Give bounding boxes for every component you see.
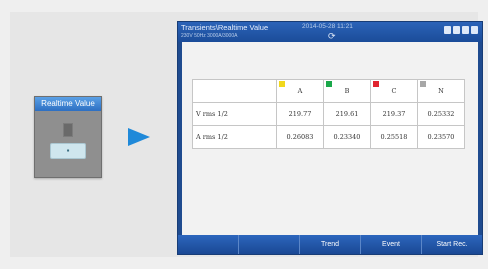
value-cell: 0.26083 <box>276 125 324 149</box>
arrow-right-icon <box>128 128 150 146</box>
screen-title: Transients\Realtime Value <box>181 23 269 32</box>
value-cell: 0.23340 <box>323 125 371 149</box>
softkey-1[interactable] <box>178 235 239 254</box>
value-cell: 0.25332 <box>417 102 465 126</box>
meter-icon <box>63 123 73 137</box>
screen-datetime: 2014-05-28 11:21 <box>302 23 353 30</box>
signal-icon <box>444 26 451 34</box>
softkey-bar: Trend Event Start Rec. <box>178 235 482 254</box>
event-button[interactable]: Event <box>361 235 422 254</box>
memory-icon <box>462 26 469 34</box>
table-row: A rms 1/2 0.26083 0.23340 0.25518 0.2357… <box>192 125 465 149</box>
softkey-2[interactable] <box>239 235 300 254</box>
phase-a-color-chip <box>279 81 285 87</box>
value-cell: 219.37 <box>370 102 418 126</box>
column-header-c: C <box>370 79 418 103</box>
phase-b-color-chip <box>326 81 332 87</box>
refresh-icon[interactable]: ⟳ <box>328 31 336 42</box>
value-cell: 219.61 <box>323 102 371 126</box>
trend-button[interactable]: Trend <box>300 235 361 254</box>
table-corner-cell <box>192 79 277 103</box>
neutral-color-chip <box>420 81 426 87</box>
realtime-value-widget[interactable]: Realtime Value ▪ <box>34 96 102 178</box>
status-icons <box>444 26 478 34</box>
row-label: A rms 1/2 <box>192 125 277 149</box>
screen-content: A B C N V rms 1/2 219.77 219.61 219.37 0… <box>182 42 478 235</box>
realtime-value-table: A B C N V rms 1/2 219.77 219.61 219.37 0… <box>192 79 465 149</box>
column-header-b: B <box>323 79 371 103</box>
device-screen: Transients\Realtime Value 2014-05-28 11:… <box>177 21 483 255</box>
phase-c-color-chip <box>373 81 379 87</box>
start-rec-button[interactable]: Start Rec. <box>422 235 482 254</box>
widget-open-button[interactable]: ▪ <box>50 143 86 159</box>
value-cell: 0.25518 <box>370 125 418 149</box>
table-header-row: A B C N <box>192 79 465 103</box>
link-icon <box>453 26 460 34</box>
screen-subtitle: 230V 50Hz 3000A/3000A <box>181 33 238 39</box>
value-cell: 219.77 <box>276 102 324 126</box>
battery-icon <box>471 26 478 34</box>
screen-header: Transients\Realtime Value 2014-05-28 11:… <box>178 22 482 42</box>
row-label: V rms 1/2 <box>192 102 277 126</box>
column-header-n: N <box>417 79 465 103</box>
value-cell: 0.23570 <box>417 125 465 149</box>
widget-title: Realtime Value <box>35 97 101 111</box>
column-header-a: A <box>276 79 324 103</box>
table-row: V rms 1/2 219.77 219.61 219.37 0.25332 <box>192 102 465 126</box>
